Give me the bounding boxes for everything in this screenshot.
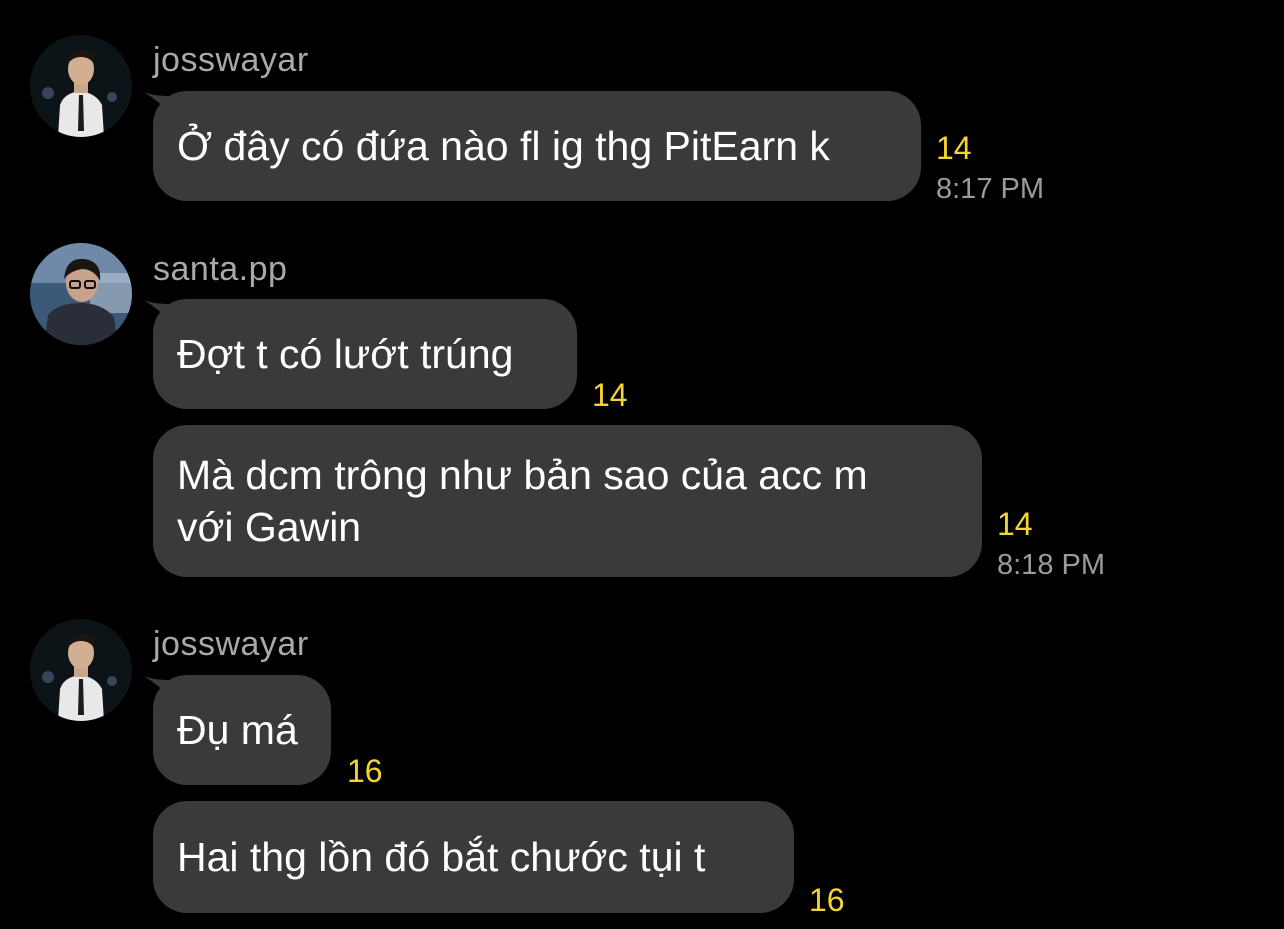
sender-name[interactable]: josswayar bbox=[153, 40, 309, 80]
avatar-santa-pp[interactable] bbox=[30, 243, 132, 345]
timestamp: 8:17 PM bbox=[936, 173, 1044, 205]
avatar-josswayar[interactable] bbox=[30, 35, 132, 137]
reaction-count: 14 bbox=[592, 377, 628, 413]
avatar-josswayar[interactable] bbox=[30, 619, 132, 721]
reaction-count: 16 bbox=[347, 753, 383, 789]
user-avatar-icon bbox=[30, 35, 132, 137]
sender-name[interactable]: josswayar bbox=[153, 624, 309, 664]
message-text-line: Mà dcm trông như bản sao của acc m bbox=[177, 452, 868, 498]
message-text: Đợt t có lướt trúng bbox=[177, 331, 514, 377]
message-text: Ở đây có đứa nào fl ig thg PitEarn k bbox=[177, 123, 830, 169]
message-text-line: với Gawin bbox=[177, 504, 362, 550]
reaction-count: 16 bbox=[809, 882, 845, 918]
message-text: Đụ má bbox=[177, 707, 298, 753]
message-bubble[interactable]: Đợt t có lướt trúng bbox=[153, 299, 577, 409]
timestamp: 8:18 PM bbox=[997, 549, 1105, 581]
message-bubble[interactable]: Mà dcm trông như bản sao của acc m với G… bbox=[153, 425, 982, 577]
message-bubble[interactable]: Ở đây có đứa nào fl ig thg PitEarn k bbox=[153, 91, 921, 201]
user-avatar-icon bbox=[30, 243, 132, 345]
message-bubble[interactable]: Hai thg lồn đó bắt chước tụi t bbox=[153, 801, 794, 913]
message-text: Hai thg lồn đó bắt chước tụi t bbox=[177, 834, 706, 880]
reaction-count: 14 bbox=[936, 130, 972, 166]
sender-name[interactable]: santa.pp bbox=[153, 249, 287, 289]
user-avatar-icon bbox=[30, 619, 132, 721]
message-bubble[interactable]: Đụ má bbox=[153, 675, 331, 785]
reaction-count: 14 bbox=[997, 506, 1033, 542]
